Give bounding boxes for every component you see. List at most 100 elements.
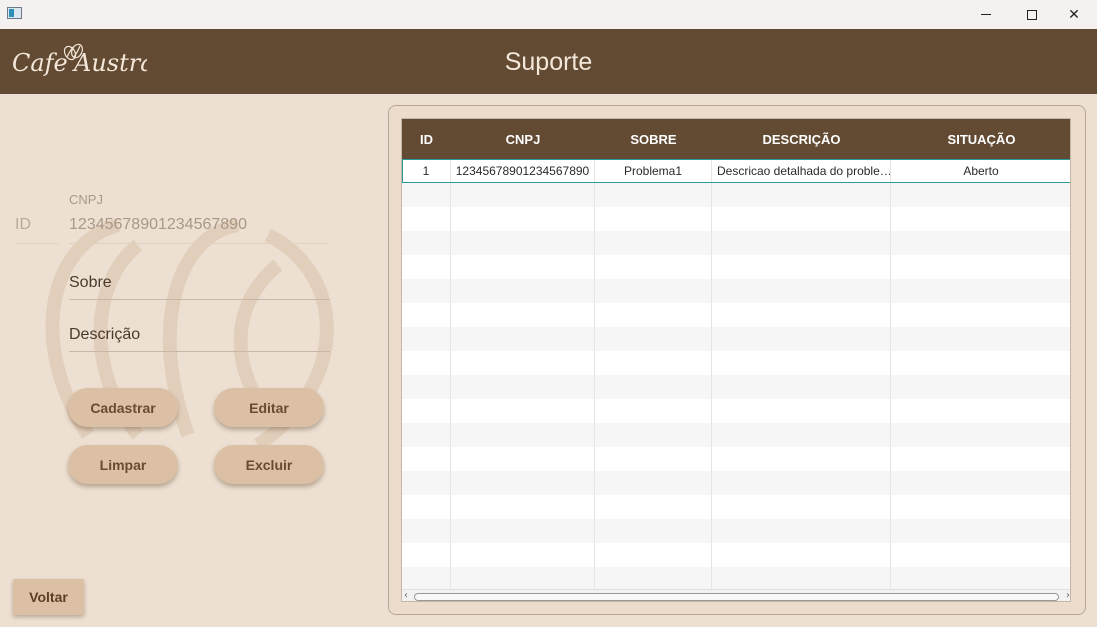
cell-cnpj[interactable]	[451, 519, 595, 543]
cell-situacao[interactable]	[891, 495, 1070, 519]
cell-situacao[interactable]	[891, 471, 1070, 495]
table-row[interactable]	[402, 543, 1070, 567]
cell-situacao[interactable]	[891, 255, 1070, 279]
cell-situacao[interactable]	[891, 399, 1070, 423]
scrollbar-thumb[interactable]	[414, 593, 1059, 601]
cell-descricao[interactable]	[712, 423, 891, 447]
maximize-button[interactable]	[1009, 0, 1055, 29]
table-row[interactable]	[402, 567, 1070, 591]
support-table[interactable]: ID CNPJ SOBRE DESCRIÇÃO SITUAÇÃO 1 123456…	[401, 118, 1071, 602]
table-row[interactable]	[402, 279, 1070, 303]
cell-descricao[interactable]	[712, 495, 891, 519]
cell-cnpj[interactable]	[451, 303, 595, 327]
cell-sobre[interactable]	[595, 351, 712, 375]
cell-situacao[interactable]	[891, 519, 1070, 543]
cell-id[interactable]	[402, 423, 451, 447]
cell-descricao[interactable]	[712, 351, 891, 375]
descricao-input[interactable]: Descrição	[69, 318, 330, 352]
table-row[interactable]	[402, 519, 1070, 543]
close-button[interactable]: ✕	[1051, 0, 1097, 29]
table-row[interactable]	[402, 447, 1070, 471]
cell-situacao[interactable]	[891, 279, 1070, 303]
cell-cnpj[interactable]	[451, 231, 595, 255]
cell-id[interactable]	[402, 519, 451, 543]
cell-situacao[interactable]	[891, 567, 1070, 591]
cell-descricao[interactable]	[712, 471, 891, 495]
cell-sobre[interactable]	[595, 375, 712, 399]
voltar-button[interactable]: Voltar	[13, 579, 84, 615]
column-header-situacao[interactable]: SITUAÇÃO	[891, 119, 1070, 159]
table-row[interactable]	[402, 399, 1070, 423]
cell-id[interactable]	[402, 375, 451, 399]
cell-id[interactable]	[402, 351, 451, 375]
cell-cnpj[interactable]	[451, 183, 595, 207]
id-field[interactable]: ID	[15, 216, 59, 244]
cell-descricao[interactable]	[712, 255, 891, 279]
scroll-right-icon[interactable]: ›	[1066, 590, 1070, 601]
cell-descricao[interactable]	[712, 399, 891, 423]
limpar-button[interactable]: Limpar	[68, 445, 178, 484]
cell-sobre[interactable]	[595, 279, 712, 303]
cell-situacao[interactable]	[891, 231, 1070, 255]
cell-sobre[interactable]	[595, 303, 712, 327]
cell-id[interactable]	[402, 279, 451, 303]
cell-cnpj[interactable]	[451, 279, 595, 303]
cell-id[interactable]: 1	[402, 159, 451, 183]
cell-sobre[interactable]	[595, 543, 712, 567]
cell-cnpj[interactable]	[451, 447, 595, 471]
table-row[interactable]	[402, 351, 1070, 375]
cell-descricao[interactable]	[712, 303, 891, 327]
cell-sobre[interactable]	[595, 327, 712, 351]
cell-situacao[interactable]	[891, 543, 1070, 567]
cell-situacao[interactable]	[891, 423, 1070, 447]
table-row[interactable]	[402, 327, 1070, 351]
cell-id[interactable]	[402, 231, 451, 255]
cell-cnpj[interactable]	[451, 399, 595, 423]
cell-situacao[interactable]	[891, 327, 1070, 351]
cell-cnpj[interactable]	[451, 255, 595, 279]
table-row[interactable]	[402, 303, 1070, 327]
cell-sobre[interactable]	[595, 183, 712, 207]
cell-situacao[interactable]	[891, 375, 1070, 399]
table-row[interactable]	[402, 375, 1070, 399]
cell-descricao[interactable]	[712, 519, 891, 543]
cell-descricao[interactable]	[712, 327, 891, 351]
cell-sobre[interactable]	[595, 471, 712, 495]
cell-id[interactable]	[402, 327, 451, 351]
cell-cnpj[interactable]: 12345678901234567890	[451, 159, 595, 183]
table-row[interactable]	[402, 183, 1070, 207]
cell-sobre[interactable]	[595, 399, 712, 423]
scroll-left-icon[interactable]: ‹	[404, 590, 408, 601]
cell-sobre[interactable]	[595, 567, 712, 591]
cell-id[interactable]	[402, 183, 451, 207]
cell-sobre[interactable]	[595, 231, 712, 255]
cell-cnpj[interactable]	[451, 495, 595, 519]
cell-id[interactable]	[402, 303, 451, 327]
cell-descricao[interactable]	[712, 207, 891, 231]
column-header-id[interactable]: ID	[402, 119, 451, 159]
cell-situacao[interactable]	[891, 351, 1070, 375]
cell-descricao[interactable]: Descricao detalhada do proble…	[712, 159, 891, 183]
cell-descricao[interactable]	[712, 183, 891, 207]
cell-situacao[interactable]	[891, 303, 1070, 327]
cell-sobre[interactable]	[595, 255, 712, 279]
minimize-button[interactable]	[963, 0, 1009, 29]
cell-situacao[interactable]: Aberto	[891, 159, 1070, 183]
cell-descricao[interactable]	[712, 375, 891, 399]
horizontal-scrollbar[interactable]: ‹ ›	[402, 589, 1070, 601]
column-header-sobre[interactable]: SOBRE	[595, 119, 712, 159]
cell-cnpj[interactable]	[451, 327, 595, 351]
cell-id[interactable]	[402, 207, 451, 231]
cell-id[interactable]	[402, 399, 451, 423]
cell-descricao[interactable]	[712, 567, 891, 591]
cell-cnpj[interactable]	[451, 351, 595, 375]
cell-id[interactable]	[402, 495, 451, 519]
cell-descricao[interactable]	[712, 279, 891, 303]
table-row[interactable]	[402, 495, 1070, 519]
cell-descricao[interactable]	[712, 447, 891, 471]
cell-sobre[interactable]	[595, 495, 712, 519]
cell-sobre[interactable]	[595, 423, 712, 447]
cell-cnpj[interactable]	[451, 567, 595, 591]
cell-sobre[interactable]	[595, 447, 712, 471]
cell-id[interactable]	[402, 471, 451, 495]
